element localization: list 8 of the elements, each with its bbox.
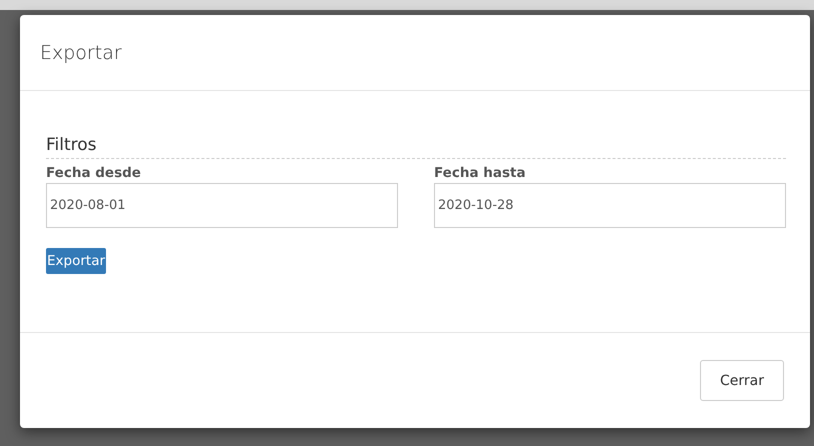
close-button[interactable]: Cerrar	[700, 360, 784, 401]
date-field[interactable]: 2020-10-28	[434, 183, 786, 228]
section-title: Filtros	[46, 135, 786, 159]
export-button[interactable]: Exportar	[46, 248, 106, 274]
field-label: Fecha hasta	[434, 165, 527, 181]
field-label: Fecha desde	[46, 165, 142, 181]
date-field[interactable]: 2020-08-01	[46, 183, 398, 228]
dialog-title: Exportar	[40, 42, 122, 64]
